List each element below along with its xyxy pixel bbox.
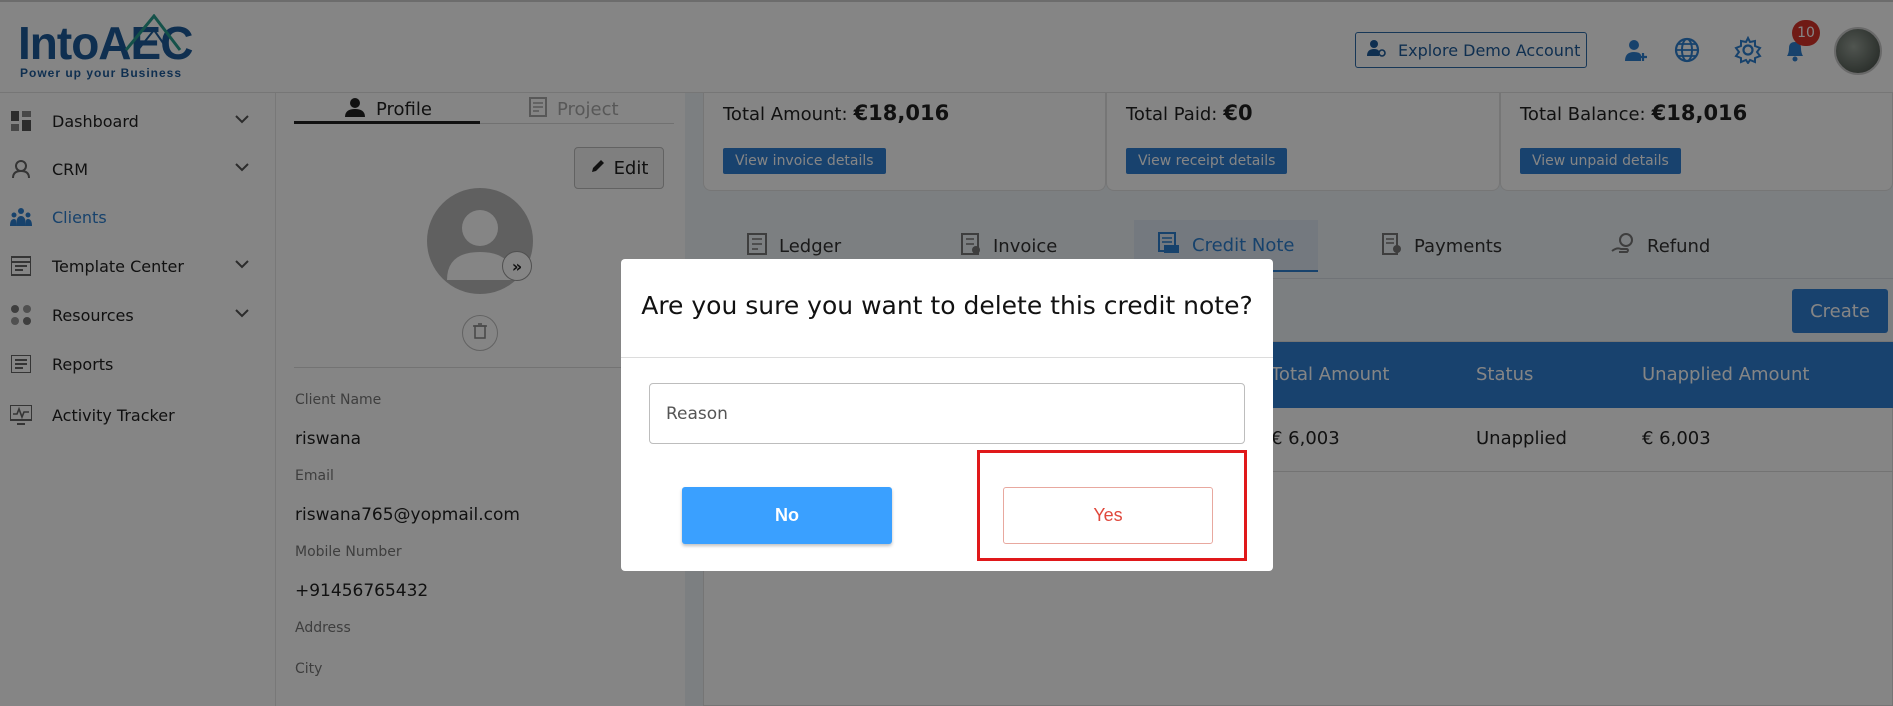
yes-button-highlight <box>977 450 1247 561</box>
reason-input[interactable] <box>649 383 1245 444</box>
dialog-title: Are you sure you want to delete this cre… <box>641 291 1253 320</box>
no-button[interactable]: No <box>682 487 892 544</box>
dialog-divider <box>621 357 1273 358</box>
